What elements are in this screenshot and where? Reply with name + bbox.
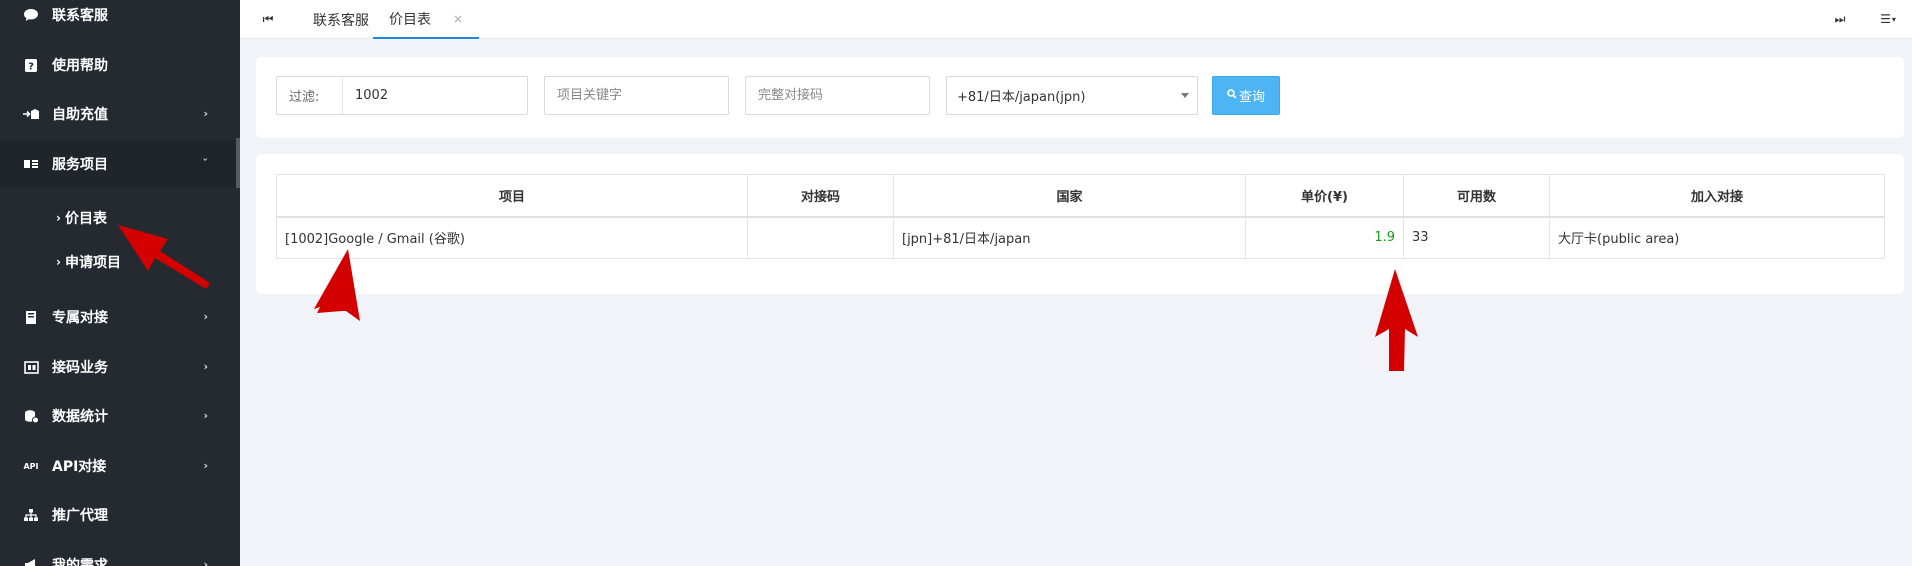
sidebar-item-promotion[interactable]: 推广代理 <box>0 491 236 539</box>
chevron-down-icon: ˇ <box>202 156 209 170</box>
sidebar-item-label: 联系客服 <box>52 8 108 24</box>
chevron-right-icon: › <box>203 458 208 472</box>
full-code-input[interactable] <box>746 77 929 114</box>
code-field <box>745 76 930 115</box>
chevron-right-icon: › <box>203 557 208 566</box>
tab-bar: ⏮ 联系客服 价目表 × ⏭ ☰ ▾ <box>240 0 1912 39</box>
sidebar-subitem-price-list[interactable]: › 价目表 <box>56 204 107 232</box>
table-row: [1002]Google / Gmail (谷歌) [jpn]+81/日本/ja… <box>276 216 1885 259</box>
sidebar-subitem-apply-project[interactable]: › 申请项目 <box>56 248 121 276</box>
search-icon <box>1227 89 1237 102</box>
tabs-scroll-left-button[interactable]: ⏮ <box>248 0 288 38</box>
chevron-right-icon: › <box>203 359 208 373</box>
column-header-available: 可用数 <box>1403 174 1550 217</box>
sidebar-item-help[interactable]: ? 使用帮助 <box>0 41 236 89</box>
chat-bubble-icon <box>22 7 40 23</box>
query-button-label: 查询 <box>1238 90 1265 105</box>
menu-icon: ☰ <box>1880 12 1891 26</box>
cell-join[interactable]: 大厅卡(public area) <box>1549 216 1885 259</box>
sidebar-item-contact-service[interactable]: 联系客服 <box>0 0 236 39</box>
sidebar-item-statistics[interactable]: 数据统计 › <box>0 392 236 440</box>
chevron-right-icon: › <box>56 255 61 269</box>
cell-project: [1002]Google / Gmail (谷歌) <box>276 216 748 259</box>
help-icon: ? <box>22 57 40 73</box>
chevron-right-icon: › <box>203 408 208 422</box>
tabs-scroll-right-button[interactable]: ⏭ <box>1820 0 1860 38</box>
sidebar: 联系客服 ? 使用帮助 自助充值 › 服务项目 ˇ › 价目表 › 申请项目 专… <box>0 0 240 566</box>
service-card-icon <box>22 156 40 172</box>
svg-text:?: ? <box>28 61 34 72</box>
country-select[interactable]: +81/日本/japan(jpn) <box>946 76 1198 115</box>
cell-country: [jpn]+81/日本/japan <box>893 216 1246 259</box>
caret-down-icon <box>1181 93 1189 98</box>
cell-available: 33 <box>1403 216 1550 259</box>
code-icon <box>22 359 40 375</box>
tab-price-list[interactable]: 价目表 × <box>373 0 480 39</box>
table-header-row: 项目 对接码 国家 单价(¥) 可用数 加入对接 <box>276 174 1885 217</box>
sitemap-icon <box>22 507 40 523</box>
sidebar-item-api[interactable]: API API对接 › <box>0 442 236 490</box>
sidebar-item-label: 自助充值 <box>52 107 108 123</box>
country-select-value: +81/日本/japan(jpn) <box>957 90 1086 105</box>
tab-label: 联系客服 <box>313 12 369 29</box>
project-id-input[interactable] <box>343 77 527 114</box>
sidebar-item-label: 使用帮助 <box>52 58 108 74</box>
chevron-right-icon: › <box>203 309 208 323</box>
chevron-right-icon: › <box>56 211 61 225</box>
column-header-code: 对接码 <box>747 174 894 217</box>
sidebar-item-label: 推广代理 <box>52 508 108 524</box>
sidebar-item-services[interactable]: 服务项目 ˇ <box>0 140 236 188</box>
skip-forward-icon: ⏭ <box>1834 11 1846 26</box>
sidebar-item-label: 专属对接 <box>52 310 108 326</box>
query-button[interactable]: 查询 <box>1212 76 1280 115</box>
price-table-panel: 项目 对接码 国家 单价(¥) 可用数 加入对接 [1002]Google / … <box>256 154 1904 294</box>
sidebar-subitem-label: 价目表 <box>64 211 107 227</box>
column-header-join: 加入对接 <box>1549 174 1885 217</box>
price-table: 项目 对接码 国家 单价(¥) 可用数 加入对接 [1002]Google / … <box>276 174 1885 259</box>
tabs-menu-button[interactable]: ☰ ▾ <box>1868 0 1908 38</box>
sidebar-item-label: 服务项目 <box>52 157 108 173</box>
column-header-price: 单价(¥) <box>1245 174 1404 217</box>
sidebar-item-recharge[interactable]: 自助充值 › <box>0 90 236 138</box>
sidebar-item-label: 我的需求 <box>52 558 108 566</box>
sidebar-item-label: 数据统计 <box>52 409 108 425</box>
column-header-country: 国家 <box>893 174 1246 217</box>
skip-back-icon: ⏮ <box>262 11 274 26</box>
database-icon <box>22 408 40 424</box>
cell-code <box>747 216 894 259</box>
keyword-input[interactable] <box>545 77 728 114</box>
sidebar-item-label: 接码业务 <box>52 360 108 376</box>
caret-down-icon: ▾ <box>1891 14 1896 24</box>
api-icon: API <box>23 461 39 471</box>
filter-label: 过滤: <box>277 77 343 114</box>
keyword-field <box>544 76 729 115</box>
book-icon <box>22 309 40 325</box>
sidebar-item-dedicated[interactable]: 专属对接 › <box>0 293 236 341</box>
sidebar-item-label: API对接 <box>52 459 107 475</box>
recharge-icon <box>22 106 40 122</box>
close-icon[interactable]: × <box>453 12 463 26</box>
megaphone-icon <box>22 557 40 566</box>
sidebar-scrollbar[interactable] <box>236 138 240 188</box>
filter-panel: 过滤: +81/日本/japan(jpn) 查询 <box>256 57 1904 138</box>
tab-label: 价目表 <box>389 11 431 28</box>
tab-contact-service[interactable]: 联系客服 <box>301 0 381 39</box>
chevron-right-icon: › <box>203 106 208 120</box>
cell-price: 1.9 <box>1245 216 1404 259</box>
sidebar-item-my-requests[interactable]: 我的需求 › <box>0 541 236 566</box>
column-header-project: 项目 <box>276 174 748 217</box>
sidebar-subitem-label: 申请项目 <box>64 255 121 271</box>
filter-group: 过滤: <box>276 76 528 115</box>
sidebar-item-sms-code[interactable]: 接码业务 › <box>0 343 236 391</box>
